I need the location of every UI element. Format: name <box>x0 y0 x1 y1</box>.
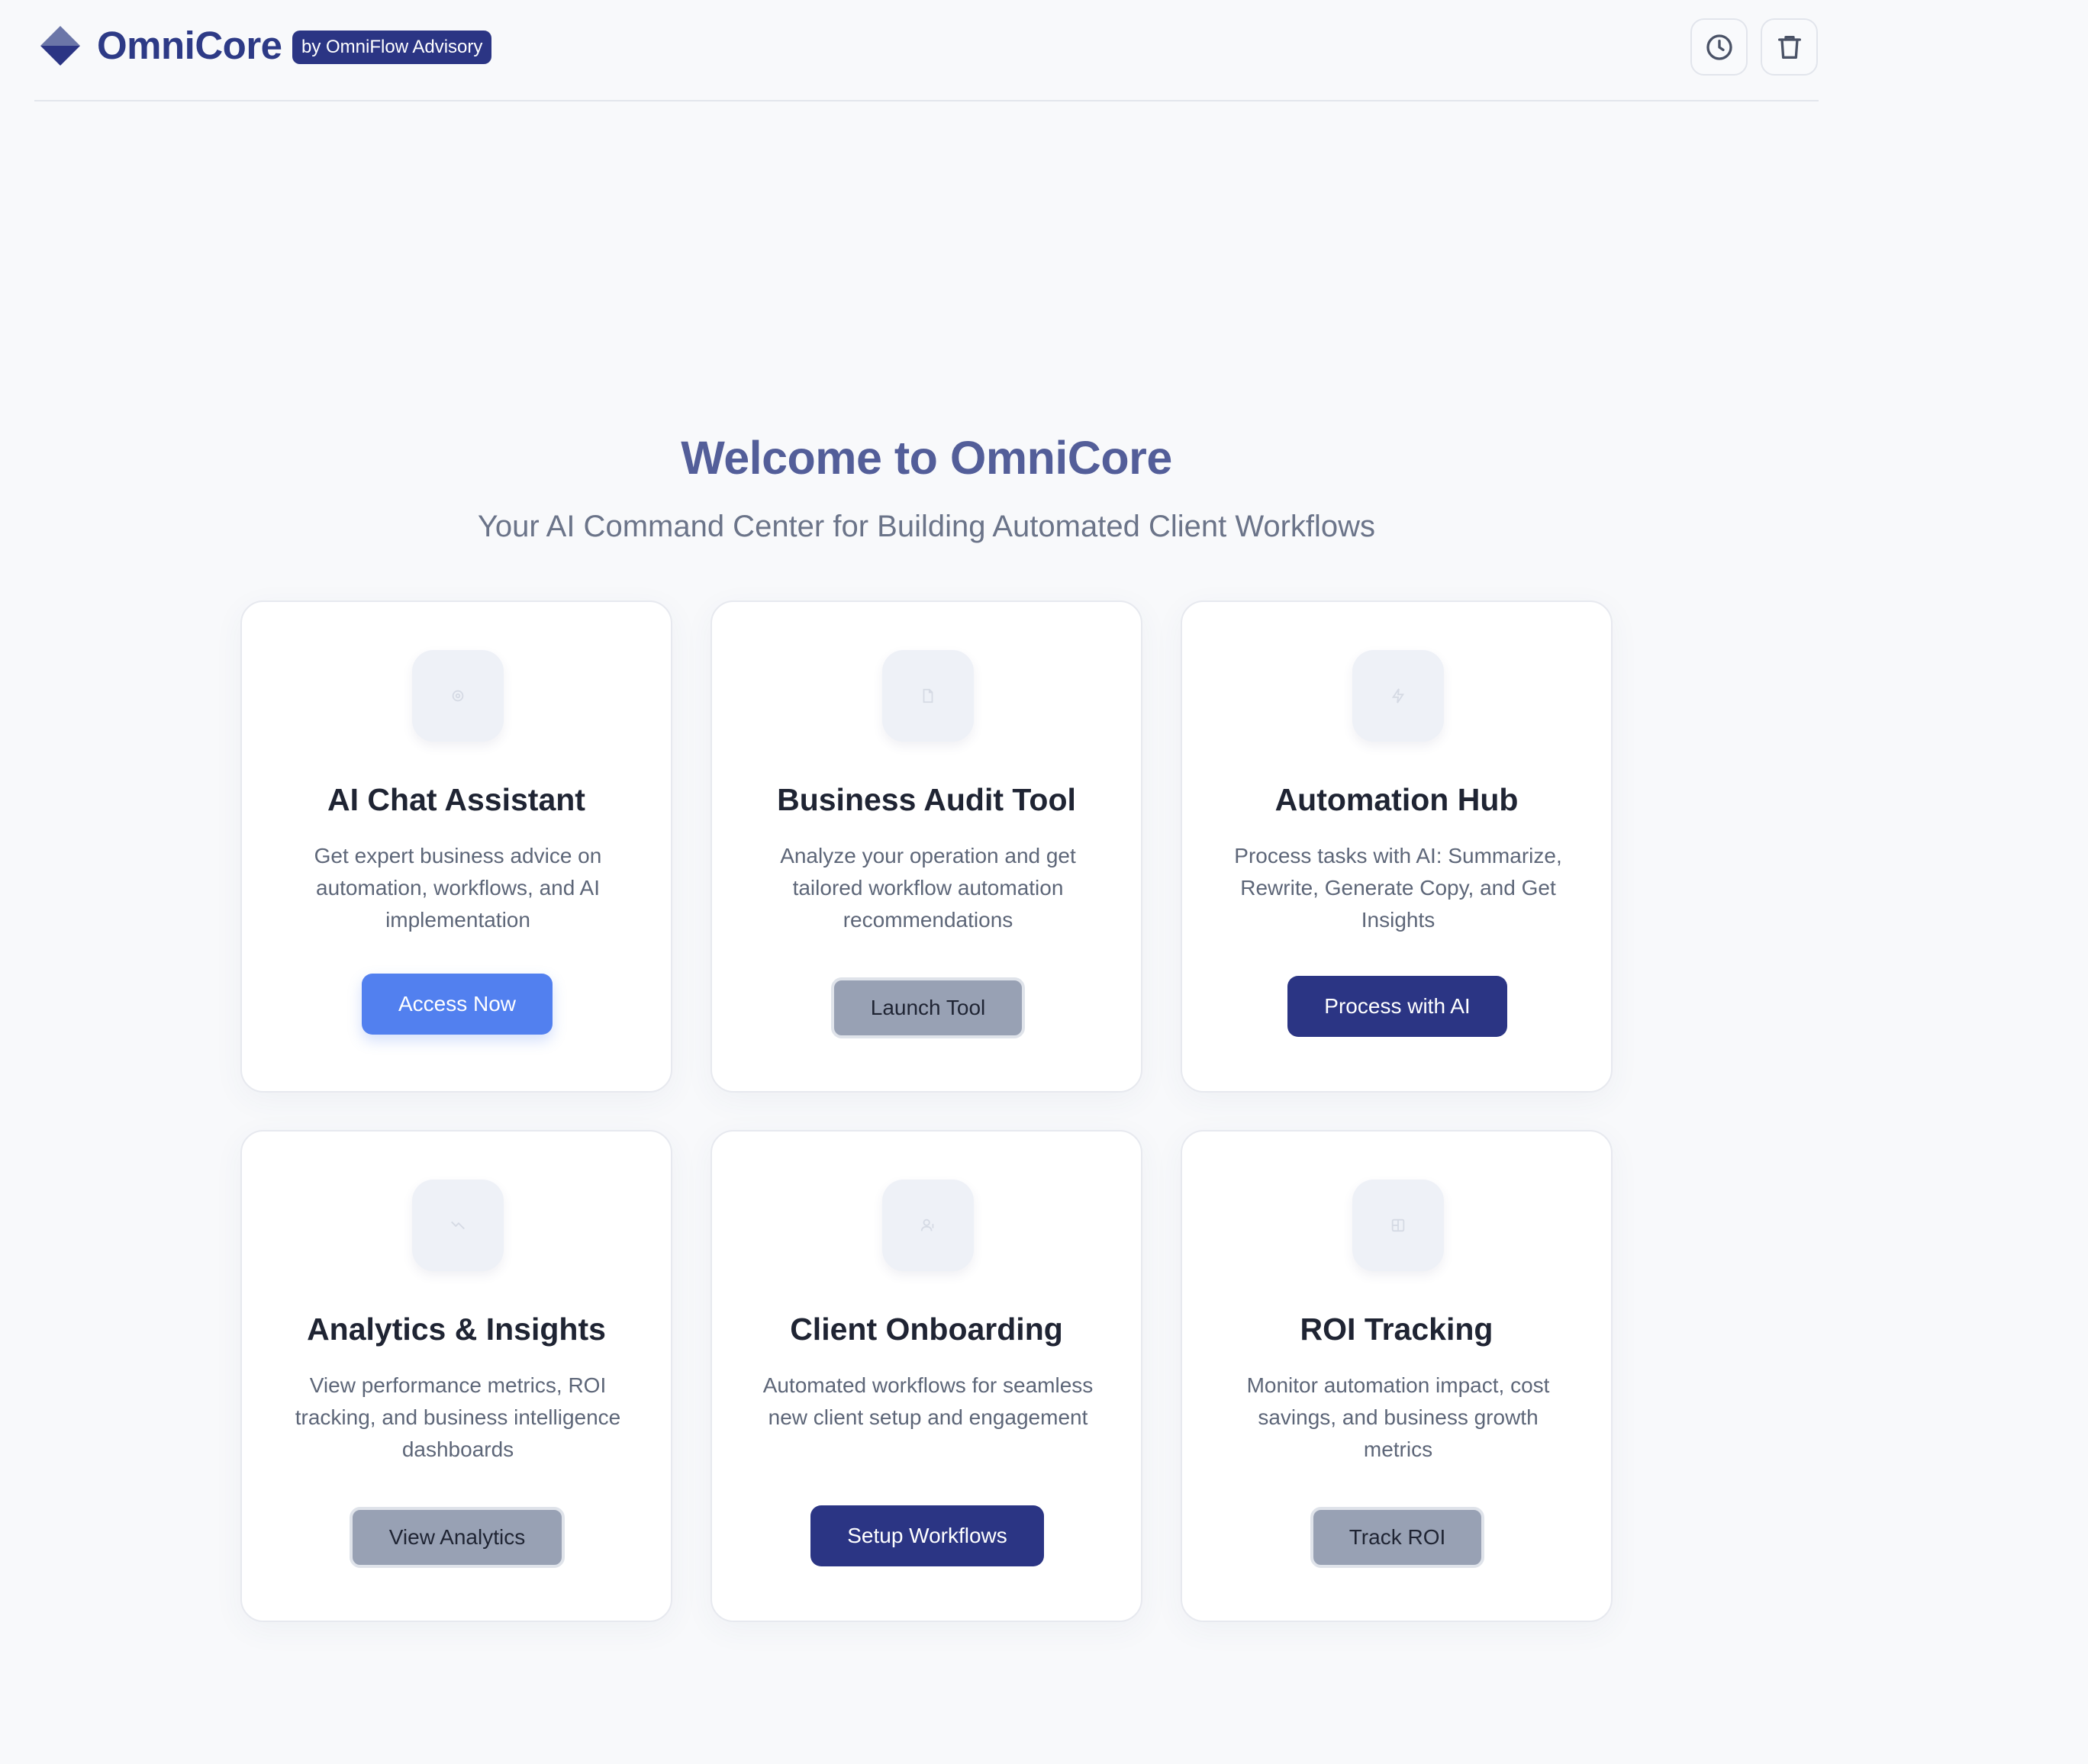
process-with-ai-button[interactable]: Process with AI <box>1287 976 1507 1037</box>
page-subtitle: Your AI Command Center for Building Auto… <box>477 510 1376 543</box>
grid-icon <box>1391 1218 1405 1232</box>
page: OmniCore by OmniFlow Advisory Welcome to… <box>0 0 2088 1764</box>
setup-workflows-button[interactable]: Setup Workflows <box>810 1505 1044 1566</box>
access-now-button[interactable]: Access Now <box>362 974 553 1035</box>
card-title: ROI Tracking <box>1300 1312 1494 1347</box>
user-icon <box>920 1218 934 1231</box>
card-description: Automated workflows for seamless new cli… <box>762 1373 1094 1429</box>
clear-button[interactable] <box>1761 18 1818 76</box>
analytics-icon <box>451 1221 465 1230</box>
card-icon-container <box>1352 650 1444 742</box>
card-title: Analytics & Insights <box>307 1312 606 1347</box>
card-description: Monitor automation impact, cost savings,… <box>1246 1373 1550 1461</box>
view-analytics-button[interactable]: View Analytics <box>350 1507 565 1568</box>
logo-icon <box>40 26 80 66</box>
card-title: AI Chat Assistant <box>327 782 585 817</box>
chat-icon <box>452 690 464 702</box>
card-icon-container <box>882 1180 974 1271</box>
card-ai-chat-assistant: AI Chat Assistant Get expert business ad… <box>240 600 672 1093</box>
header: OmniCore by OmniFlow Advisory <box>34 0 1819 101</box>
history-button[interactable] <box>1690 18 1748 76</box>
card-analytics-insights: Analytics & Insights View performance me… <box>240 1130 672 1622</box>
card-title: Business Audit Tool <box>777 782 1076 817</box>
card-icon-container <box>412 650 504 742</box>
card-automation-hub: Automation Hub Process tasks with AI: Su… <box>1181 600 1613 1093</box>
page-title: Welcome to OmniCore <box>681 432 1172 484</box>
card-business-audit-tool: Business Audit Tool Analyze your operati… <box>710 600 1142 1093</box>
card-roi-tracking: ROI Tracking Monitor automation impact, … <box>1181 1130 1613 1622</box>
history-icon <box>1706 34 1732 60</box>
card-title: Automation Hub <box>1274 782 1519 817</box>
advisory-badge: by OmniFlow Advisory <box>292 31 492 64</box>
brand-name: OmniCore <box>97 24 282 67</box>
card-description: Process tasks with AI: Summarize, Rewrit… <box>1234 844 1562 932</box>
card-icon-container <box>882 650 974 742</box>
card-description: View performance metrics, ROI tracking, … <box>295 1373 621 1461</box>
track-roi-button[interactable]: Track ROI <box>1310 1507 1484 1568</box>
card-description: Get expert business advice on automation… <box>314 844 602 932</box>
card-client-onboarding: Client Onboarding Automated workflows fo… <box>710 1130 1142 1622</box>
launch-tool-button[interactable]: Launch Tool <box>831 977 1025 1038</box>
card-description: Analyze your operation and get tailored … <box>780 844 1076 932</box>
lightning-icon <box>1391 688 1405 703</box>
card-icon-container <box>412 1180 504 1271</box>
card-icon-container <box>1352 1180 1444 1271</box>
card-title: Client Onboarding <box>790 1312 1063 1347</box>
document-icon <box>923 688 933 703</box>
trash-icon <box>1777 35 1801 59</box>
